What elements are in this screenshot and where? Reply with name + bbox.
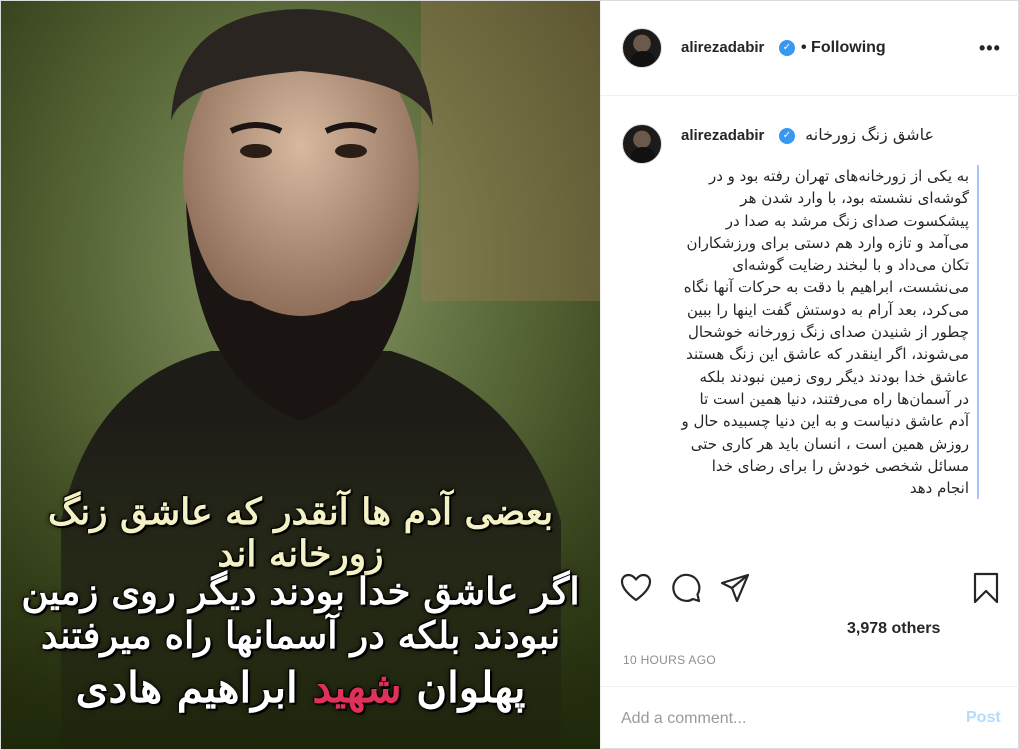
image-caption-line-3: پهلوان شهید ابراهیم هادی	[1, 663, 600, 712]
heart-icon[interactable]	[619, 571, 653, 605]
caption-title: عاشق زنگ زورخانه	[805, 125, 934, 144]
image-caption-line-1: بعضی آدم ها آنقدر که عاشق زنگ زورخانه ان…	[47, 491, 554, 575]
comment-input[interactable]	[621, 705, 941, 733]
bookmark-icon[interactable]	[969, 571, 1003, 605]
share-icon[interactable]	[718, 571, 752, 605]
caption-username[interactable]: alirezadabir	[681, 127, 764, 144]
verified-badge-icon: ✓	[779, 40, 795, 56]
caption-prefix: پهلوان	[416, 663, 526, 712]
caption-comment: alirezadabir ✓ عاشق زنگ زورخانه به یکی ا…	[601, 97, 1019, 537]
caption-body: به یکی از زورخانه‌های تهران رفته بود و د…	[681, 165, 979, 500]
following-button[interactable]: • Following	[801, 39, 886, 57]
post-comment-button[interactable]: Post	[966, 709, 1001, 727]
instagram-post: بعضی آدم ها آنقدر که عاشق زنگ زورخانه ان…	[0, 0, 1019, 749]
add-comment-bar: Post	[601, 686, 1019, 749]
likes-count[interactable]: 3,978 others	[847, 620, 940, 638]
caption-avatar[interactable]	[622, 124, 662, 164]
header-username[interactable]: alirezadabir	[681, 39, 764, 56]
post-header: alirezadabir ✓ • Following •••	[601, 1, 1019, 96]
more-options-icon[interactable]: •••	[979, 38, 1001, 59]
comment-icon[interactable]	[669, 571, 703, 605]
post-side-panel: alirezadabir ✓ • Following ••• alirezada…	[600, 1, 1019, 749]
caption-highlight: شهید	[312, 663, 402, 712]
action-bar	[601, 557, 1019, 617]
post-timestamp[interactable]: 10 HOURS AGO	[623, 653, 716, 667]
post-image[interactable]: بعضی آدم ها آنقدر که عاشق زنگ زورخانه ان…	[1, 1, 600, 749]
verified-badge-icon: ✓	[779, 128, 795, 144]
avatar[interactable]	[622, 28, 662, 68]
caption-suffix: ابراهیم هادی	[75, 663, 298, 712]
image-caption-line-2: اگر عاشق خدا بودند دیگر روی زمین نبودند …	[21, 569, 580, 657]
